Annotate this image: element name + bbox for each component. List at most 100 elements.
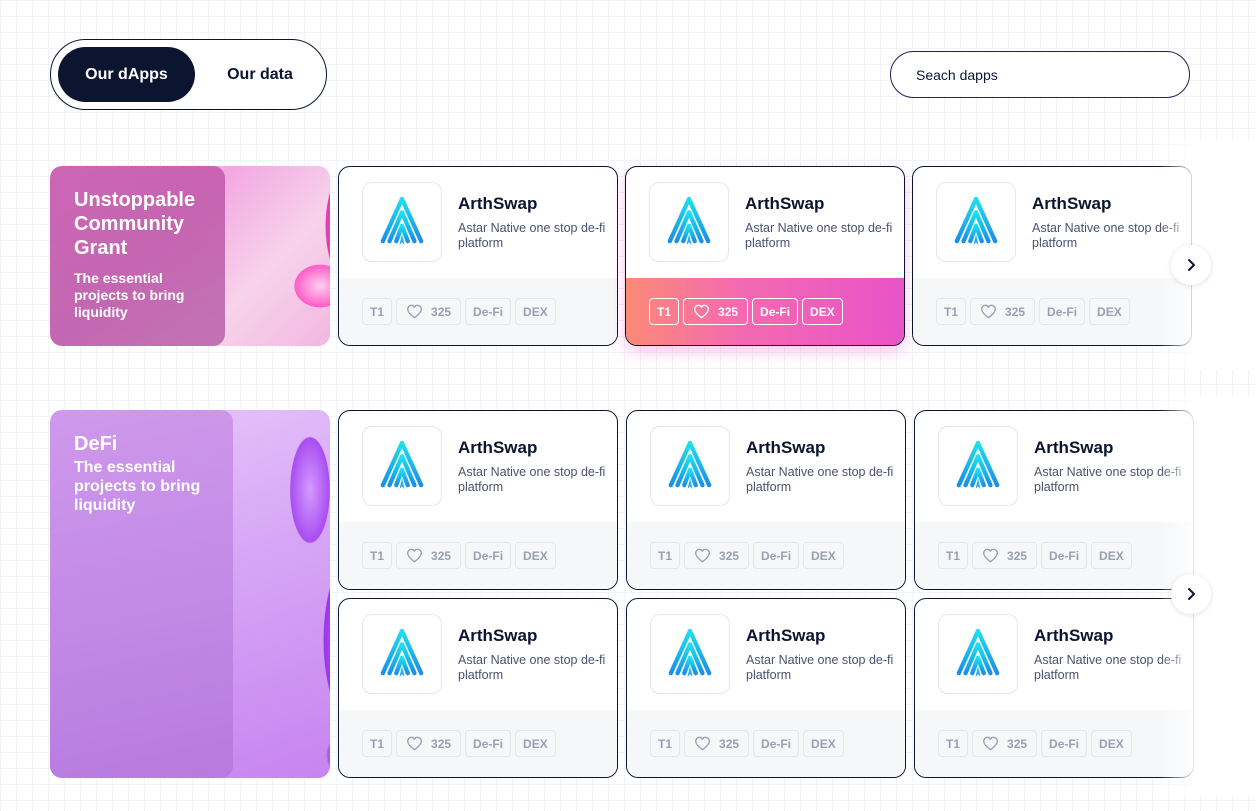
tier-badge: T1 (362, 542, 393, 569)
dapp-logo (936, 182, 1016, 262)
featured-glass-panel: DeFi The essential projects to bring liq… (50, 410, 233, 778)
category-tag[interactable]: De-Fi (753, 542, 800, 569)
category-tag[interactable]: De-Fi (752, 298, 799, 325)
arthswap-logo-icon (953, 197, 999, 247)
dapp-tags: T1 325 De-Fi DEX (627, 710, 905, 777)
dapp-card[interactable]: ArthSwap Astar Native one stop de-fi pla… (338, 410, 618, 590)
type-tag[interactable]: DEX (1091, 542, 1132, 569)
dapp-card[interactable]: ArthSwap Astar Native one stop de-fi pla… (912, 166, 1192, 346)
tier-badge: T1 (936, 298, 967, 325)
category-tag[interactable]: De-Fi (465, 730, 512, 757)
dapp-description: Astar Native one stop de-fi platform (458, 653, 606, 682)
featured-defi-banner[interactable]: DeFi The essential projects to bring liq… (50, 410, 330, 778)
dapp-card[interactable]: ArthSwap Astar Native one stop de-fi pla… (626, 598, 906, 778)
dapp-card[interactable]: ArthSwap Astar Native one stop de-fi pla… (338, 598, 618, 778)
featured-title: DeFi (74, 433, 118, 455)
next-button[interactable] (1171, 245, 1211, 285)
arthswap-logo-icon (955, 441, 1001, 491)
dapp-name: ArthSwap (1034, 438, 1114, 457)
dapp-name: ArthSwap (458, 194, 538, 213)
like-button[interactable]: 325 (683, 298, 749, 325)
dapp-tags: T1 325 De-Fi DEX (627, 522, 905, 589)
dapp-logo (650, 426, 730, 506)
type-tag[interactable]: DEX (803, 730, 844, 757)
category-tag[interactable]: De-Fi (465, 542, 512, 569)
like-button[interactable]: 325 (396, 298, 462, 325)
featured-glass-panel: Unstoppable Community Grant The essentia… (50, 166, 225, 346)
arthswap-logo-icon (379, 441, 425, 491)
like-count: 325 (718, 304, 739, 319)
arthswap-logo-icon (379, 629, 425, 679)
heart-icon (406, 548, 423, 563)
arthswap-logo-icon (666, 197, 712, 247)
like-button[interactable]: 325 (684, 730, 750, 757)
dapp-description: Astar Native one stop de-fi platform (458, 221, 606, 250)
featured-grant-banner[interactable]: Unstoppable Community Grant The essentia… (50, 166, 330, 346)
dapp-card[interactable]: ArthSwap Astar Native one stop de-fi pla… (625, 166, 905, 346)
tier-badge: T1 (650, 542, 681, 569)
type-tag[interactable]: DEX (1091, 730, 1132, 757)
dapp-name: ArthSwap (1032, 194, 1112, 213)
arthswap-logo-icon (379, 197, 425, 247)
dapp-card[interactable]: ArthSwap Astar Native one stop de-fi pla… (914, 410, 1194, 590)
category-tag[interactable]: De-Fi (1041, 730, 1088, 757)
next-button[interactable] (1171, 574, 1211, 614)
like-button[interactable]: 325 (396, 542, 462, 569)
dapp-logo (938, 426, 1018, 506)
tab-our-dapps[interactable]: Our dApps (58, 47, 195, 102)
dapp-description: Astar Native one stop de-fi platform (745, 221, 893, 250)
dapp-tags: T1 325 De-Fi DEX (915, 522, 1193, 589)
type-tag[interactable]: DEX (803, 542, 844, 569)
like-button[interactable]: 325 (972, 730, 1038, 757)
like-count: 325 (719, 736, 740, 751)
like-count: 325 (431, 304, 452, 319)
featured-subtitle: The essential projects to bring liquidit… (74, 270, 185, 320)
dapp-tags: T1 325 De-Fi DEX (913, 278, 1191, 345)
like-button[interactable]: 325 (396, 730, 462, 757)
dapp-name: ArthSwap (458, 438, 538, 457)
chevron-right-icon (1188, 259, 1195, 271)
like-count: 325 (1005, 304, 1026, 319)
dapp-name: ArthSwap (746, 438, 826, 457)
tab-our-data[interactable]: Our data (201, 47, 319, 102)
dapp-name: ArthSwap (745, 194, 825, 213)
type-tag[interactable]: DEX (1089, 298, 1130, 325)
tier-badge: T1 (650, 730, 681, 757)
dapp-description: Astar Native one stop de-fi platform (458, 465, 606, 494)
dapp-card[interactable]: ArthSwap Astar Native one stop de-fi pla… (626, 410, 906, 590)
search-input[interactable] (890, 51, 1190, 98)
type-tag[interactable]: DEX (515, 730, 556, 757)
like-button[interactable]: 325 (970, 298, 1036, 325)
dapp-logo (362, 614, 442, 694)
dapp-tags: T1 325 De-Fi DEX (626, 278, 904, 345)
dapp-tags: T1 325 De-Fi DEX (339, 522, 617, 589)
category-tag[interactable]: De-Fi (465, 298, 512, 325)
dapp-card[interactable]: ArthSwap Astar Native one stop de-fi pla… (338, 166, 618, 346)
arthswap-logo-icon (667, 629, 713, 679)
heart-icon (693, 304, 710, 319)
category-tag[interactable]: De-Fi (1039, 298, 1086, 325)
dapp-logo (650, 614, 730, 694)
dapp-description: Astar Native one stop de-fi platform (746, 653, 894, 682)
dapp-logo (938, 614, 1018, 694)
category-tag[interactable]: De-Fi (1041, 542, 1088, 569)
type-tag[interactable]: DEX (515, 298, 556, 325)
heart-icon (406, 304, 423, 319)
dapp-logo (649, 182, 729, 262)
like-count: 325 (431, 736, 452, 751)
category-tag[interactable]: De-Fi (753, 730, 800, 757)
dapp-tags: T1 325 De-Fi DEX (339, 710, 617, 777)
arthswap-logo-icon (667, 441, 713, 491)
dapp-tags: T1 325 De-Fi DEX (339, 278, 617, 345)
type-tag[interactable]: DEX (802, 298, 843, 325)
like-button[interactable]: 325 (972, 542, 1038, 569)
like-button[interactable]: 325 (684, 542, 750, 569)
dapp-description: Astar Native one stop de-fi platform (746, 465, 894, 494)
heart-icon (694, 548, 711, 563)
type-tag[interactable]: DEX (515, 542, 556, 569)
dapp-card[interactable]: ArthSwap Astar Native one stop de-fi pla… (914, 598, 1194, 778)
featured-subtitle: The essential projects to bring liquidit… (74, 459, 201, 514)
tier-badge: T1 (938, 542, 969, 569)
dapp-logo (362, 426, 442, 506)
heart-icon (694, 736, 711, 751)
